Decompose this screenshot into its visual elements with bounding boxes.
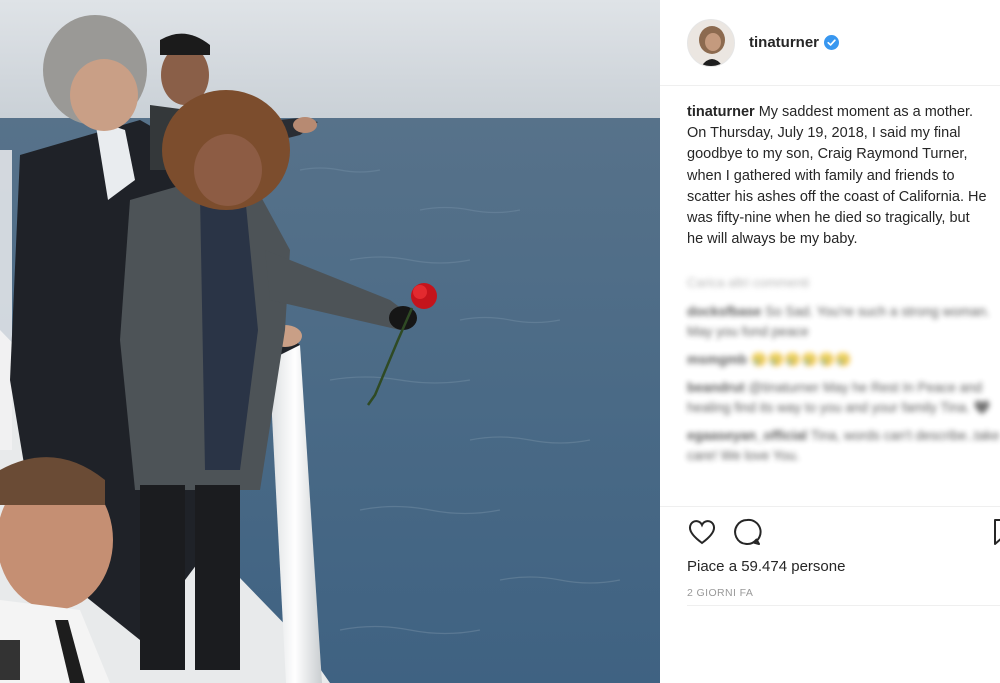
avatar-image [688, 20, 734, 66]
caption-text: My saddest moment as a mother. On Thursd… [687, 104, 987, 248]
divider [687, 605, 1000, 606]
comment-item: msmgmb 😢😢😢😢😢😢 [687, 350, 1000, 370]
comment-username[interactable]: egaaseyan_official [687, 428, 807, 443]
comment-username[interactable]: docksfbase [687, 304, 761, 319]
comment-username[interactable]: beandrut [687, 380, 745, 395]
load-more-comments-link[interactable]: Carica altri commenti [687, 275, 1000, 290]
likes-text: Piace a 59.474 persone [687, 558, 846, 575]
comments-list: Carica altri commenti docksfbase So Sad.… [687, 275, 1000, 474]
bookmark-icon[interactable] [990, 517, 1000, 547]
comment-text: 😢😢😢😢😢😢 [750, 352, 852, 367]
comment-username[interactable]: msmgmb [687, 352, 747, 367]
post-photo[interactable] [0, 0, 660, 683]
likes-count[interactable]: Piace a 59.474 persone [687, 558, 845, 575]
post-caption: tinaturner My saddest moment as a mother… [687, 102, 987, 250]
comment-item: egaaseyan_official Tina, words can't des… [687, 426, 1000, 466]
avatar[interactable] [687, 19, 735, 67]
verified-badge-icon [824, 35, 839, 50]
heart-icon[interactable] [687, 517, 717, 547]
post-username[interactable]: tinaturner [749, 34, 819, 51]
post-side-panel: tinaturner tinaturner My saddest moment … [660, 0, 1000, 683]
comment-item: docksfbase So Sad. You're such a strong … [687, 302, 1000, 342]
post-header: tinaturner [660, 0, 1000, 86]
comment-item: beandrut @tinaturner May he Rest In Peac… [687, 378, 1000, 418]
caption-username[interactable]: tinaturner [687, 104, 755, 120]
post-actions: Piace a 59.474 persone 2 GIORNI FA [660, 506, 1000, 606]
post-date[interactable]: 2 GIORNI FA [687, 587, 753, 599]
memorial-photo-illustration [0, 0, 660, 683]
comment-bubble-icon[interactable] [732, 517, 762, 547]
